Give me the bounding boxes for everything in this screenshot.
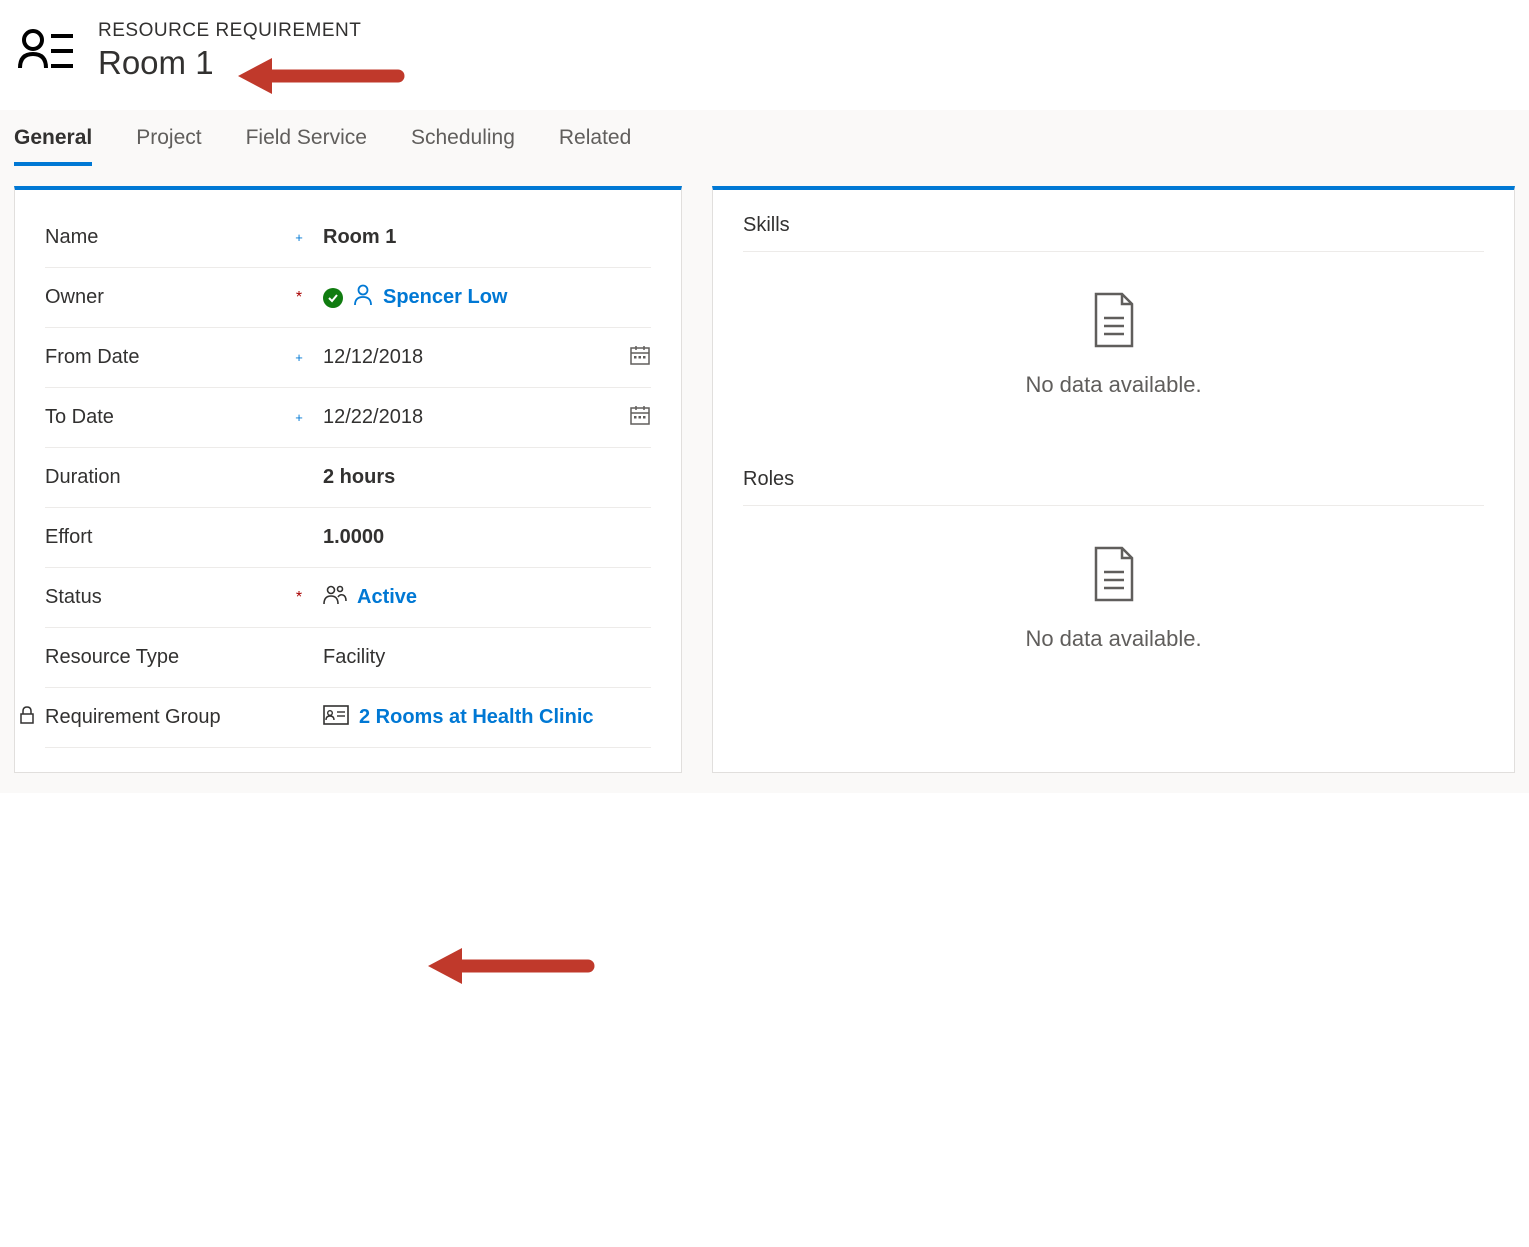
verified-icon xyxy=(323,288,343,308)
recommended-indicator: + xyxy=(293,230,305,245)
document-icon xyxy=(1090,292,1138,352)
skills-no-data-text: No data available. xyxy=(1025,372,1201,398)
field-row-duration: Duration 2 hours xyxy=(45,448,651,508)
skills-header: Skills xyxy=(743,214,1484,252)
roles-header: Roles xyxy=(743,468,1484,506)
field-value-resource-type[interactable]: Facility xyxy=(323,646,651,669)
field-label-effort: Effort xyxy=(45,526,293,549)
field-label-duration: Duration xyxy=(45,466,293,489)
field-value-name[interactable]: Room 1 xyxy=(323,226,651,249)
related-sections-panel: Skills No data available. Roles xyxy=(712,186,1515,773)
field-value-owner[interactable]: Spencer Low xyxy=(323,284,651,312)
general-form-panel: Name + Room 1 Owner * Spencer Low xyxy=(14,186,682,773)
field-row-effort: Effort 1.0000 xyxy=(45,508,651,568)
card-icon xyxy=(323,705,349,731)
field-value-status[interactable]: Active xyxy=(323,584,651,612)
field-row-owner: Owner * Spencer Low xyxy=(45,268,651,328)
field-value-effort[interactable]: 1.0000 xyxy=(323,526,651,549)
resource-requirement-icon xyxy=(18,23,74,79)
field-value-duration[interactable]: 2 hours xyxy=(323,466,651,489)
requirement-group-link-text: 2 Rooms at Health Clinic xyxy=(359,706,594,729)
owner-link-text: Spencer Low xyxy=(383,286,507,309)
tab-scheduling[interactable]: Scheduling xyxy=(411,112,515,164)
field-label-status: Status xyxy=(45,586,293,609)
field-label-from-date: From Date xyxy=(45,346,293,369)
field-row-from-date: From Date + 12/12/2018 xyxy=(45,328,651,388)
document-icon xyxy=(1090,546,1138,606)
calendar-icon[interactable] xyxy=(629,404,651,432)
field-value-requirement-group[interactable]: 2 Rooms at Health Clinic xyxy=(323,705,651,731)
tab-project[interactable]: Project xyxy=(136,112,201,164)
field-value-from-date[interactable]: 12/12/2018 xyxy=(323,344,651,372)
tab-bar: General Project Field Service Scheduling… xyxy=(0,110,1529,166)
field-label-name: Name xyxy=(45,226,293,249)
recommended-indicator: + xyxy=(293,410,305,425)
field-label-owner: Owner xyxy=(45,286,293,309)
annotation-arrow-resource-type xyxy=(428,944,598,992)
annotation-arrow-title xyxy=(238,54,408,102)
tab-general[interactable]: General xyxy=(14,112,92,164)
required-indicator: * xyxy=(293,289,305,307)
field-row-to-date: To Date + 12/22/2018 xyxy=(45,388,651,448)
entity-type-label: RESOURCE REQUIREMENT xyxy=(98,20,361,42)
field-row-name: Name + Room 1 xyxy=(45,208,651,268)
calendar-icon[interactable] xyxy=(629,344,651,372)
field-row-resource-type: Resource Type Facility xyxy=(45,628,651,688)
tab-related[interactable]: Related xyxy=(559,112,631,164)
recommended-indicator: + xyxy=(293,350,305,365)
roles-no-data-text: No data available. xyxy=(1025,626,1201,652)
skills-section: Skills No data available. xyxy=(743,214,1484,438)
page-header: RESOURCE REQUIREMENT Room 1 xyxy=(0,0,1529,110)
field-row-status: Status * Active xyxy=(45,568,651,628)
status-link-text: Active xyxy=(357,586,417,609)
required-indicator: * xyxy=(293,589,305,607)
person-icon xyxy=(353,284,373,312)
tab-field-service[interactable]: Field Service xyxy=(246,112,367,164)
roles-section: Roles No data available. xyxy=(743,468,1484,692)
content-area: Name + Room 1 Owner * Spencer Low xyxy=(0,166,1529,793)
lock-icon xyxy=(19,706,35,730)
field-label-to-date: To Date xyxy=(45,406,293,429)
field-row-requirement-group: Requirement Group 2 Rooms at Health Clin… xyxy=(45,688,651,748)
people-icon xyxy=(323,584,347,612)
field-value-to-date[interactable]: 12/22/2018 xyxy=(323,404,651,432)
field-label-resource-type: Resource Type xyxy=(45,646,293,669)
field-label-requirement-group: Requirement Group xyxy=(45,706,293,729)
